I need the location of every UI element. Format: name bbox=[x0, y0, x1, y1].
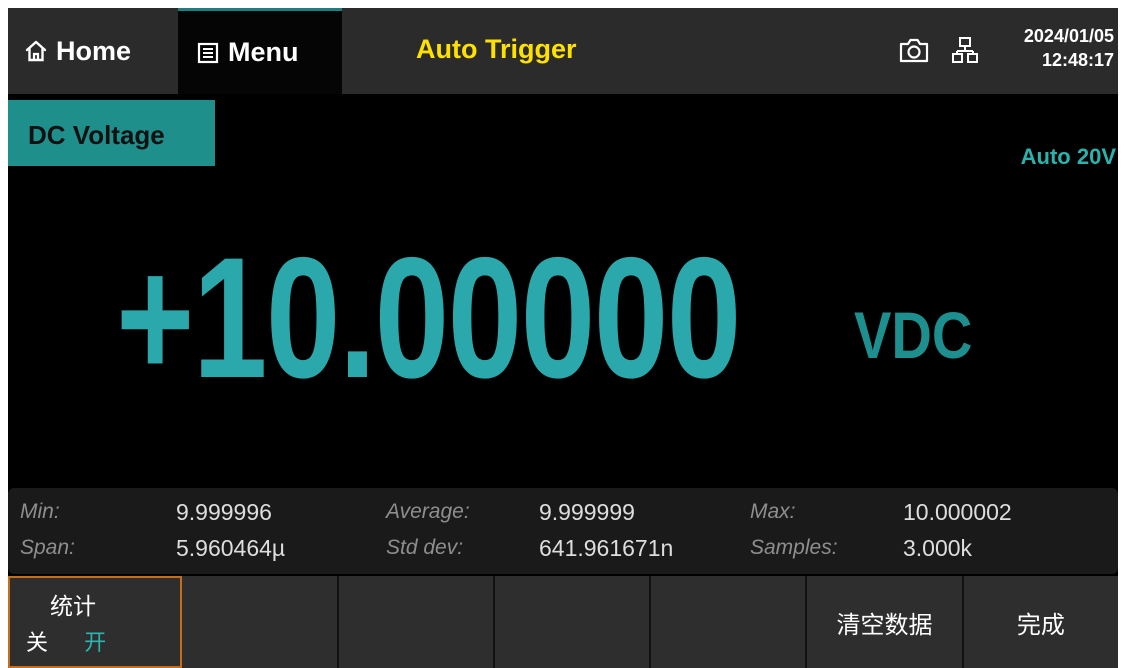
softkey-3[interactable] bbox=[338, 576, 495, 668]
home-label: Home bbox=[56, 35, 132, 66]
menu-button[interactable]: Menu bbox=[178, 8, 342, 94]
softkey-bar: 统计 关 开 清空数据 完成 bbox=[8, 576, 1118, 668]
stats-title: 统计 bbox=[50, 593, 96, 619]
softkey-4[interactable] bbox=[494, 576, 652, 668]
home-button[interactable]: Home bbox=[8, 8, 178, 94]
network-icon bbox=[952, 36, 978, 69]
main-reading: +10.00000 bbox=[116, 222, 741, 414]
min-label: Min: bbox=[20, 500, 60, 523]
span-value: 5.960464µ bbox=[176, 535, 286, 561]
function-badge: DC Voltage bbox=[8, 100, 215, 166]
home-icon bbox=[24, 39, 48, 63]
time-text: 12:48:17 bbox=[1041, 50, 1114, 70]
menu-icon bbox=[196, 41, 220, 65]
stats-toggle-softkey[interactable]: 统计 关 开 bbox=[8, 576, 183, 668]
stddev-label: Std dev: bbox=[386, 536, 464, 559]
range-label: Auto 20V bbox=[1020, 144, 1116, 169]
samples-label: Samples: bbox=[750, 536, 838, 559]
camera-icon[interactable] bbox=[898, 36, 930, 69]
max-label: Max: bbox=[750, 500, 796, 523]
date-text: 2024/01/05 bbox=[1023, 26, 1114, 46]
average-label: Average: bbox=[386, 500, 470, 523]
softkey-5[interactable] bbox=[651, 576, 808, 668]
max-value: 10.000002 bbox=[903, 499, 1012, 525]
top-bar: Home Menu Auto Trigger 2024/01/05 12:48:… bbox=[8, 8, 1118, 94]
datetime-display: 2024/01/05 12:48:17 bbox=[1024, 24, 1114, 72]
done-softkey[interactable]: 完成 bbox=[963, 576, 1118, 668]
instrument-screen: Home Menu Auto Trigger 2024/01/05 12:48:… bbox=[8, 8, 1118, 668]
stats-off-option: 关 bbox=[26, 630, 49, 655]
statistics-panel: Min: 9.999996 Average: 9.999999 Max: 10.… bbox=[8, 488, 1118, 574]
samples-value: 3.000k bbox=[903, 535, 973, 561]
menu-label: Menu bbox=[228, 37, 299, 67]
trigger-mode-label: Auto Trigger bbox=[416, 34, 577, 64]
clear-data-softkey[interactable]: 清空数据 bbox=[807, 576, 964, 668]
reading-unit: VDC bbox=[854, 298, 973, 372]
average-value: 9.999999 bbox=[539, 499, 635, 525]
min-value: 9.999996 bbox=[176, 499, 272, 525]
stats-toggle-options: 关 开 bbox=[26, 625, 106, 657]
stddev-value: 641.961671n bbox=[539, 535, 674, 561]
stats-on-option: 开 bbox=[84, 630, 107, 655]
softkey-2[interactable] bbox=[182, 576, 339, 668]
span-label: Span: bbox=[20, 536, 75, 559]
